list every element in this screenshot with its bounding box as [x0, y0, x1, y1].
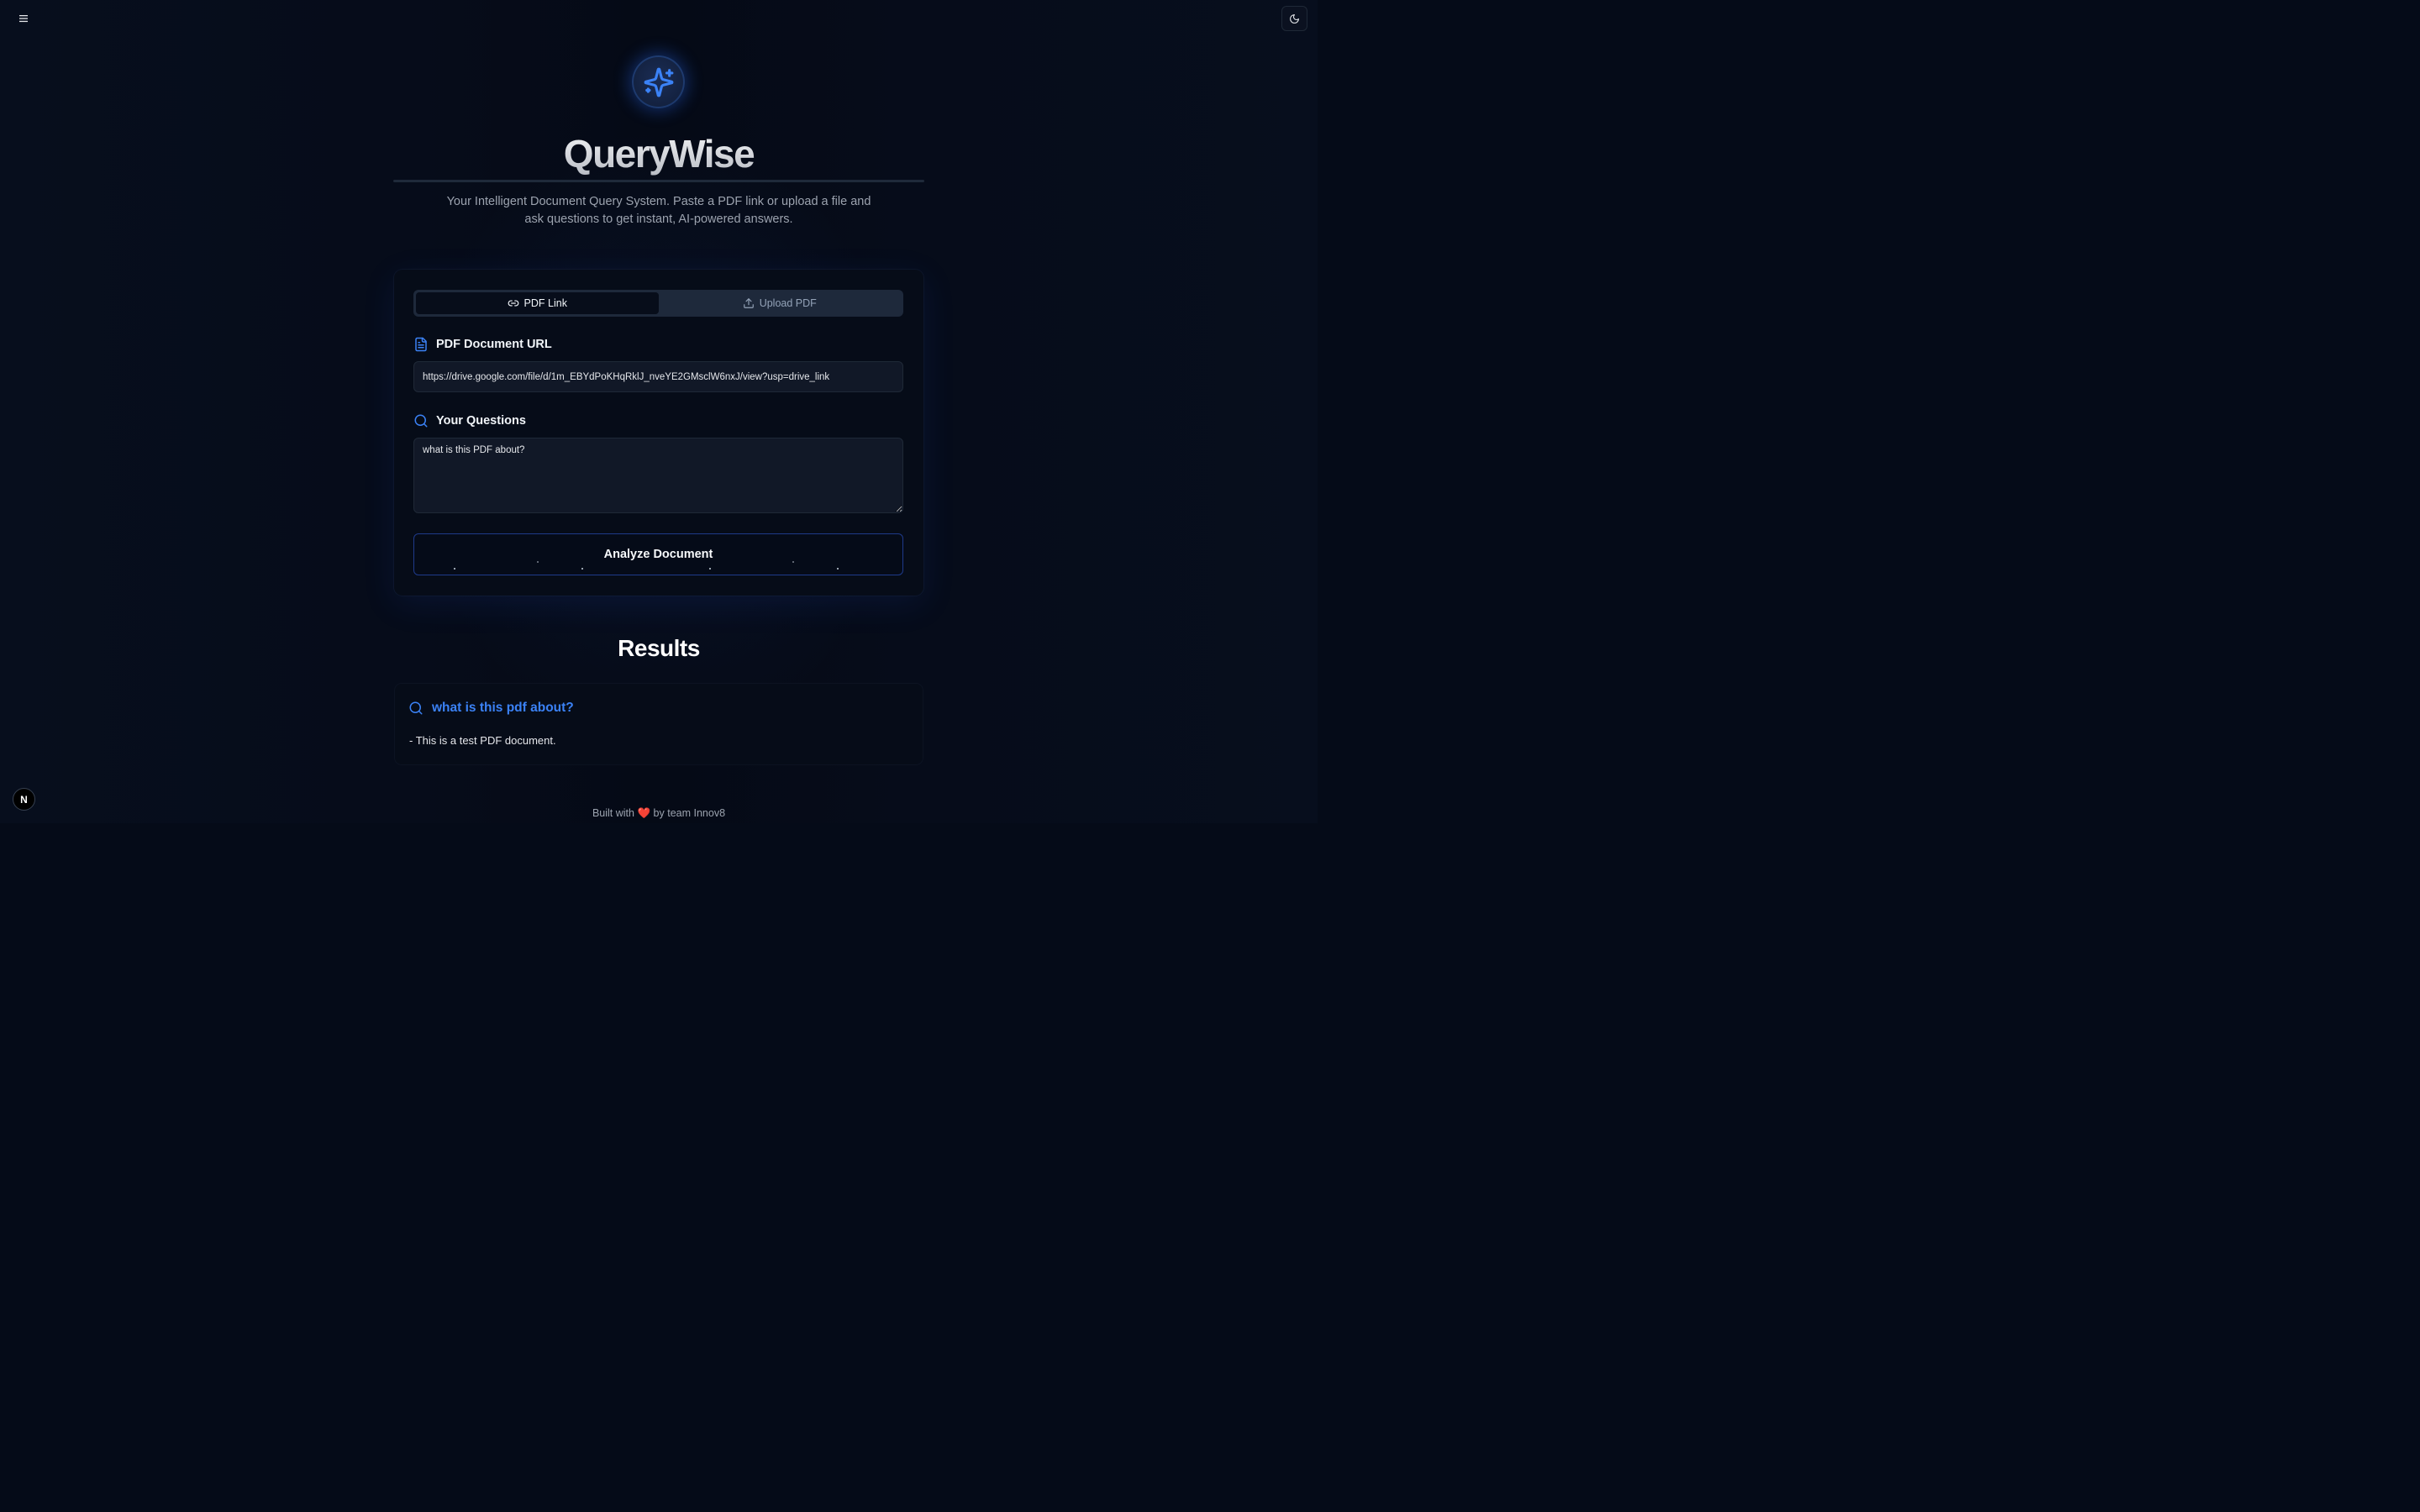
heart-icon: ❤️ [637, 807, 651, 819]
tab-upload-pdf[interactable]: Upload PDF [659, 292, 902, 314]
nextjs-logo-icon: N [20, 793, 28, 806]
app-subtitle: Your Intelligent Document Query System. … [446, 195, 871, 226]
sparkle-dot [581, 568, 583, 570]
upload-icon [743, 298, 754, 308]
questions-field-label: Your Questions [413, 413, 526, 428]
sparkle-dot [537, 561, 539, 563]
menu-button[interactable] [12, 10, 35, 27]
analyze-document-button[interactable]: Analyze Document [413, 533, 903, 575]
questions-label-text: Your Questions [436, 414, 526, 428]
results-heading: Results [618, 635, 700, 661]
url-label-text: PDF Document URL [436, 338, 552, 351]
link-icon [508, 300, 518, 307]
result-question-text: what is this pdf about? [432, 701, 574, 715]
footer-suffix: by team Innov8 [653, 807, 726, 819]
questions-textarea[interactable]: what is this PDF about? [413, 438, 903, 513]
logo [632, 55, 685, 108]
result-item: what is this pdf about? - This is a test… [395, 684, 923, 764]
footer-prefix: Built with [592, 807, 634, 819]
source-tabs: PDF Link Upload PDF [413, 290, 903, 317]
tab-pdf-link[interactable]: PDF Link [416, 292, 659, 314]
footer: Built with ❤️ by team Innov8 [0, 807, 1318, 820]
moon-icon [1290, 13, 1299, 24]
sparkle-dot [792, 561, 794, 563]
sparkle-dot [837, 568, 839, 570]
search-icon [414, 414, 428, 428]
query-form-card: PDF Link Upload PDF PDF Document URL You… [394, 270, 923, 596]
search-icon [409, 701, 423, 715]
sparkle-dot [454, 568, 455, 570]
app-title: QueryWise [0, 131, 1318, 176]
tab-label: PDF Link [523, 297, 567, 309]
sparkles-icon [644, 67, 673, 97]
sparkle-dot [709, 568, 711, 570]
theme-toggle-button[interactable] [1281, 6, 1307, 31]
file-text-icon [415, 337, 427, 352]
pdf-url-input[interactable] [413, 361, 903, 392]
url-field-label: PDF Document URL [413, 337, 552, 352]
result-question: what is this pdf about? [408, 701, 574, 716]
hamburger-menu-icon [19, 15, 28, 23]
tab-label: Upload PDF [759, 297, 817, 309]
title-divider [393, 180, 924, 182]
nextjs-dev-badge[interactable]: N [13, 788, 35, 811]
result-answer: - This is a test PDF document. [409, 734, 556, 747]
analyze-button-label: Analyze Document [603, 548, 713, 561]
